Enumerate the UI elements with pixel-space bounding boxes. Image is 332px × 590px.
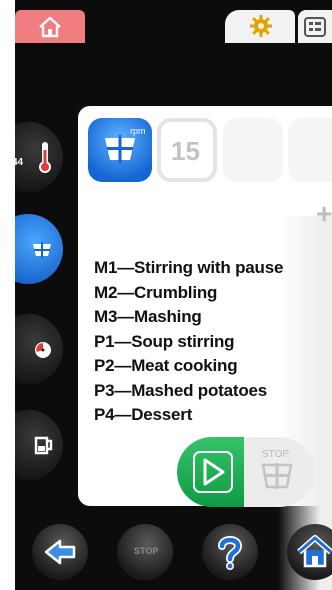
tab-settings[interactable]: [225, 10, 295, 43]
home-icon: [297, 535, 332, 568]
program-list-icon: [304, 17, 326, 37]
rpm-mode-button[interactable]: rpm: [88, 118, 152, 182]
list-item[interactable]: P1—Soup stirring: [94, 330, 304, 355]
top-bar: [15, 0, 332, 46]
list-item[interactable]: M3—Mashing: [94, 305, 304, 330]
back-arrow-icon: [44, 539, 76, 565]
stop-all-button[interactable]: STOP: [117, 524, 173, 580]
sidebar-jug-button[interactable]: [15, 410, 63, 480]
sidebar-timer-button[interactable]: [15, 314, 63, 384]
temperature-value: 44: [15, 157, 24, 168]
help-button[interactable]: [202, 524, 258, 580]
start-button[interactable]: [177, 437, 247, 507]
list-item[interactable]: M1—Stirring with pause: [94, 256, 304, 281]
timer-icon: [35, 342, 51, 358]
speed-value-display[interactable]: 15: [157, 118, 217, 182]
stop-icon: STOP: [134, 546, 159, 556]
home-icon: [39, 16, 61, 38]
speed-value: 15: [171, 136, 200, 166]
mode-option-disabled: [223, 118, 283, 182]
tab-programs[interactable]: [298, 10, 332, 43]
back-button[interactable]: [32, 524, 88, 580]
play-icon: [193, 451, 233, 493]
list-item[interactable]: P4—Dessert: [94, 403, 304, 426]
help-icon: [218, 536, 243, 570]
app-screen: 44 rpm: [15, 0, 332, 590]
tab-divider: [85, 10, 235, 43]
thermometer-icon: [39, 142, 51, 173]
sidebar-speed-button[interactable]: [15, 214, 63, 284]
list-item[interactable]: P3—Mashed potatoes: [94, 379, 304, 404]
gear-icon: [250, 15, 272, 37]
stop-button[interactable]: STOP: [244, 437, 314, 507]
add-button[interactable]: +: [316, 198, 332, 230]
tab-home[interactable]: [15, 10, 85, 43]
program-list: M1—Stirring with pause M2—Crumbling M3—M…: [94, 256, 304, 426]
program-panel: rpm 15 + M1—Stirring with pause M2—Crumb…: [78, 106, 332, 590]
stirring-blade-icon: [105, 135, 135, 163]
jug-icon: [34, 436, 53, 455]
mode-option-disabled-2: [288, 118, 332, 182]
stop-label: STOP: [262, 449, 290, 460]
stirring-blade-icon: [261, 463, 293, 489]
stirring-blade-icon: [33, 242, 51, 258]
list-item[interactable]: M2—Crumbling: [94, 281, 304, 306]
list-item[interactable]: P2—Meat cooking: [94, 354, 304, 379]
